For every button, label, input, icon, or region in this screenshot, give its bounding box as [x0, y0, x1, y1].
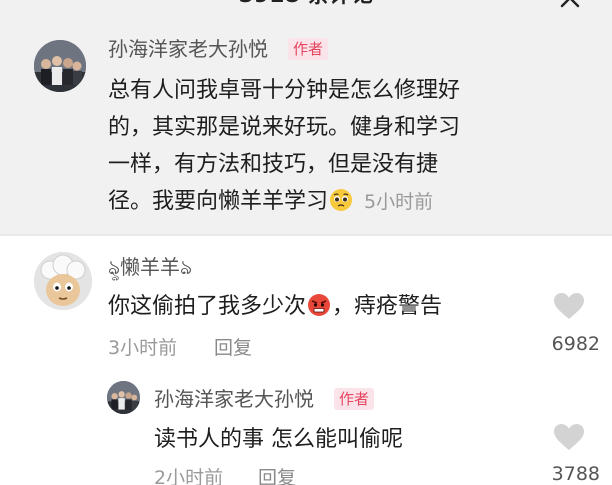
reply-button[interactable]: 回复 [214, 336, 252, 360]
comment-username[interactable]: 孙海洋家老大孙悦 [154, 386, 314, 412]
comment-text-part: ，痔疮警告 [332, 294, 443, 319]
heart-icon[interactable] [553, 292, 585, 320]
close-icon[interactable] [558, 0, 582, 10]
comment-text-line: 一样，有方法和技巧，但是没有捷 [108, 152, 439, 177]
author-avatar[interactable] [107, 381, 140, 414]
group-photo-icon [107, 381, 140, 414]
section-divider [0, 234, 612, 236]
comment-text: 读书人的事 怎么能叫偷呢 [154, 427, 403, 452]
comment-timestamp: 3小时前 [108, 337, 178, 359]
comment-username[interactable]: ৡ懒羊羊ঌ [108, 254, 192, 280]
pinned-comment[interactable]: 孙海洋家老大孙悦 作者 总有人问我卓哥十分钟是怎么修理好 的，其实那是说来好玩。… [0, 16, 612, 234]
comment-text: 总有人问我卓哥十分钟是怎么修理好 的，其实那是说来好玩。健身和学习 一样，有方法… [108, 72, 538, 220]
author-badge: 作者 [288, 38, 329, 60]
heart-icon[interactable] [553, 423, 585, 451]
author-badge: 作者 [334, 388, 375, 410]
comment-text-line: 的，其实那是说来好玩。健身和学习 [108, 115, 461, 140]
like-count: 3788 [551, 463, 600, 485]
comment-timestamp: 2小时前 [154, 467, 224, 485]
angry-face-icon [308, 294, 331, 316]
comment-text-part: 你这偷拍了我多少次 [108, 294, 307, 319]
comments-count-title: 5918 条评论 [0, 0, 612, 10]
comment-text-line-last: 径。我要向懒羊羊学习 5小时前 [108, 183, 538, 220]
comment-text-line: 径。我要向懒羊羊学习 [108, 189, 329, 214]
lazy-sheep-avatar-icon [34, 252, 92, 310]
comment-text-line: 总有人问我卓哥十分钟是怎么修理好 [108, 78, 461, 103]
comments-header: 5918 条评论 [0, 0, 612, 16]
author-avatar[interactable] [34, 40, 86, 92]
comment-timestamp: 5小时前 [364, 191, 434, 213]
pleading-face-icon [330, 189, 353, 211]
comment-username[interactable]: 孙海洋家老大孙悦 [108, 36, 268, 62]
like-count: 6982 [551, 333, 600, 355]
comment-text: 你这偷拍了我多少次 ，痔疮警告 [108, 288, 442, 325]
reply-button[interactable]: 回复 [258, 466, 296, 485]
group-photo-icon [34, 40, 86, 92]
commenter-avatar[interactable] [34, 252, 92, 310]
